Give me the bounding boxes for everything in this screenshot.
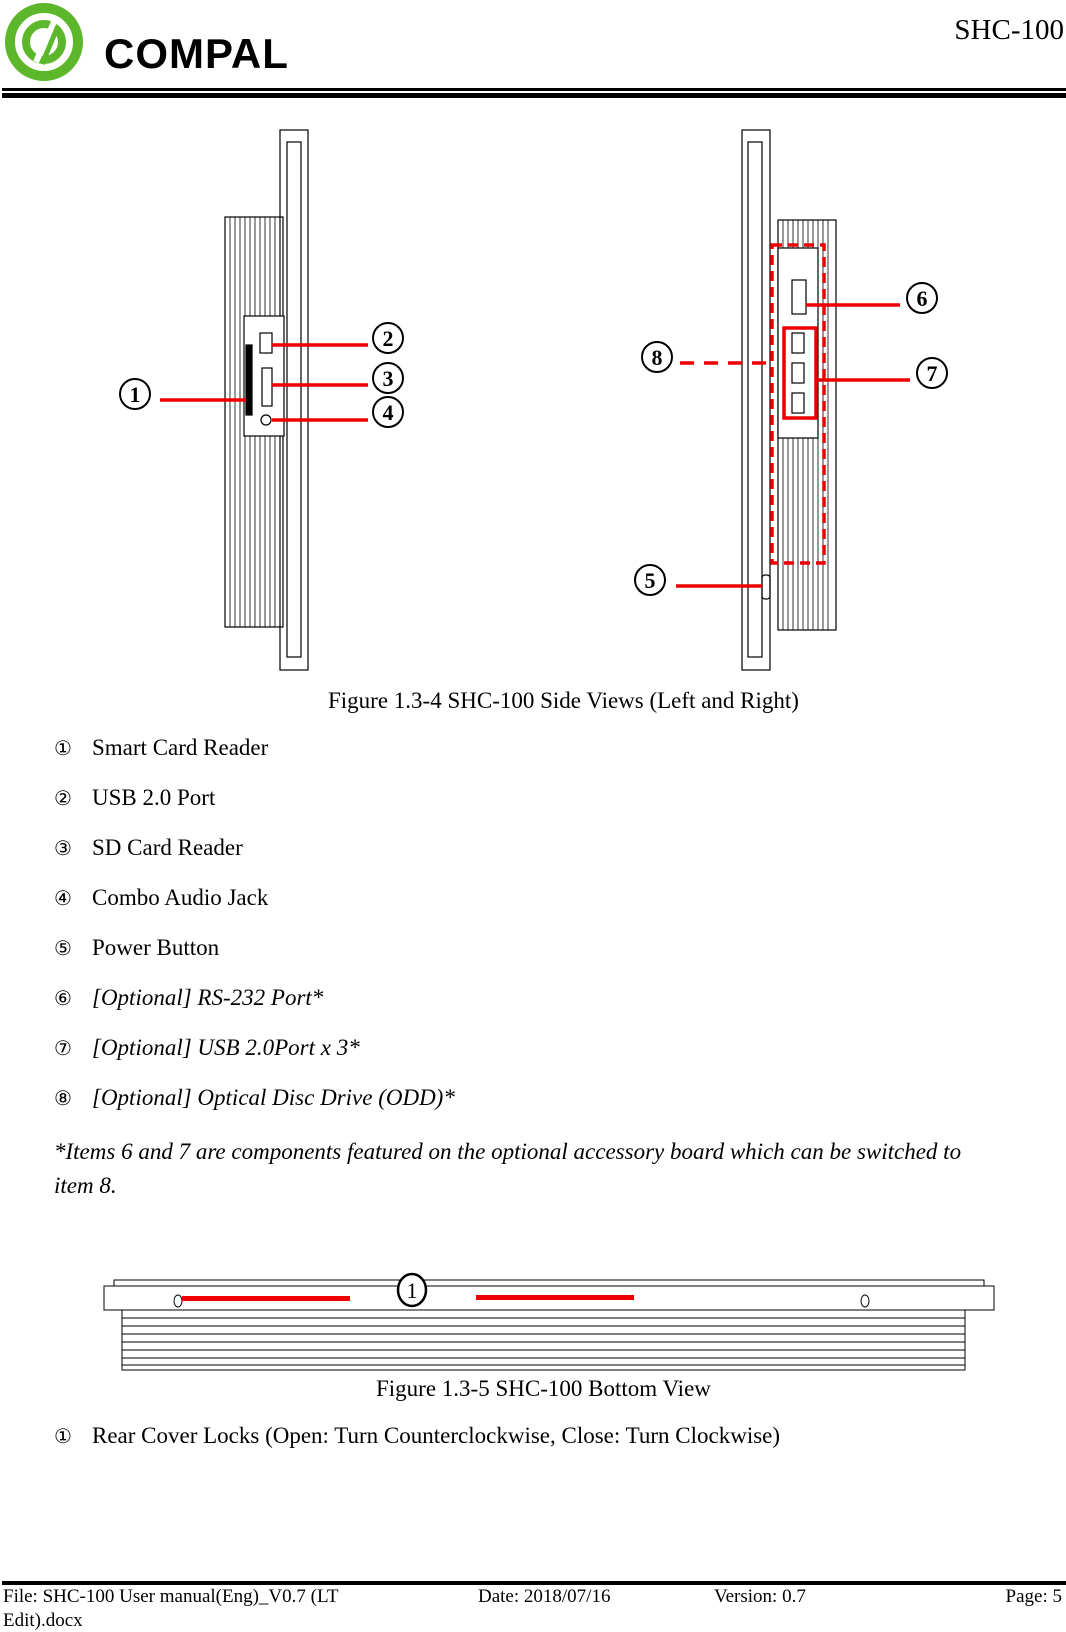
callout-2: 2 [383,326,394,351]
figure-caption-bottom: Figure 1.3-5 SHC-100 Bottom View [376,1376,711,1401]
list-item: ⑤ Power Button [54,935,220,960]
callout-3: 3 [383,366,394,391]
list-item: ① Rear Cover Locks (Open: Turn Counterclo… [54,1423,781,1448]
figure-caption: Figure 1.3-4 SHC-100 Side Views (Left an… [328,688,799,713]
footer-file: File: SHC-100 User manual(Eng)_V0.7 (LT [3,1586,339,1607]
document-id: SHC-100 [954,14,1064,46]
list-item: ⑥ [Optional] RS-232 Port* [54,985,324,1010]
footer-date: Date: 2018/07/16 [478,1586,611,1607]
header-rule-thick [2,93,1066,98]
callout-1: 1 [407,1278,418,1303]
list-item: ③ SD Card Reader [54,835,243,860]
list-item: ⑦ [Optional] USB 2.0Port x 3* [54,1035,360,1060]
callout-4: 4 [383,400,394,425]
note-line-2: item 8. [54,1173,117,1198]
callout-7: 7 [927,361,938,386]
callout-1: 1 [130,382,141,407]
header-rule [2,88,1066,91]
callout-8: 8 [652,345,663,370]
callout-6: 6 [917,286,928,311]
logo-text: COMPAL [104,30,289,77]
compal-logo-icon [5,3,83,81]
list-item: ⑧ [Optional] Optical Disc Drive (ODD)* [54,1085,455,1110]
list-item: ① Smart Card Reader [54,735,269,760]
note-line-1: *Items 6 and 7 are components featured o… [54,1139,962,1164]
footer-rule [2,1581,1066,1585]
footer-version: Version: 0.7 [714,1586,806,1607]
callout-5: 5 [645,568,656,593]
list-item: ④ Combo Audio Jack [54,885,269,910]
side-views-figure: 1 2 3 4 5 6 7 8 [119,129,948,671]
bottom-view-figure: 1 [103,1272,995,1371]
list-item: ② USB 2.0 Port [54,785,216,810]
footer-page: Page: 5 [1005,1586,1062,1607]
footer-file-cont: Edit).docx [3,1610,83,1631]
